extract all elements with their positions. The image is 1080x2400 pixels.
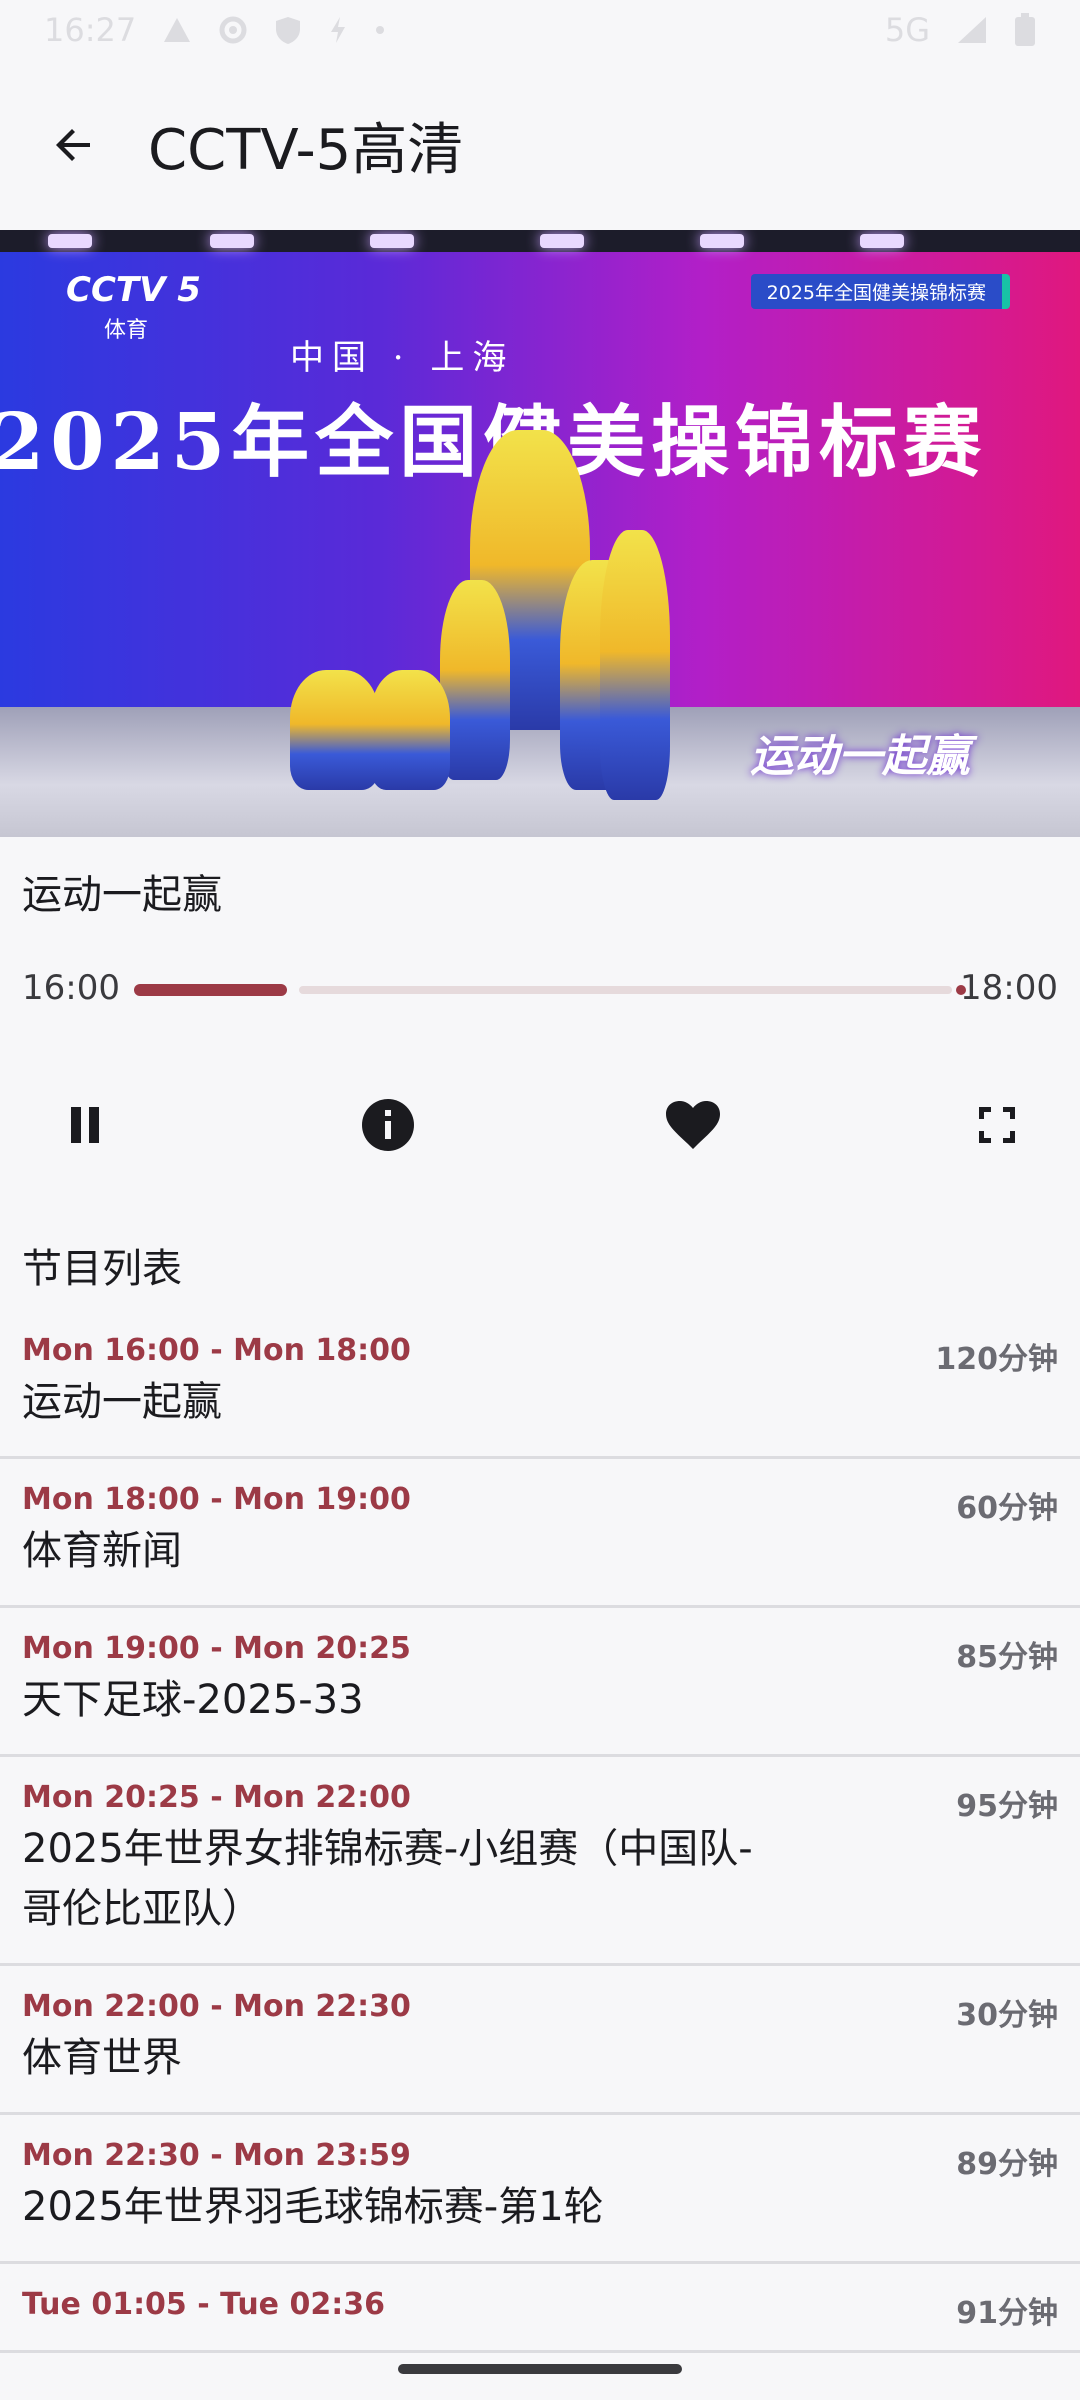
- item-duration: 30分钟: [956, 1998, 1058, 2033]
- battery-icon: [1014, 13, 1036, 47]
- item-time: Mon 16:00 - Mon 18:00: [22, 1333, 411, 1368]
- banner-subtitle: 中国 · 上海: [290, 338, 515, 378]
- pause-button[interactable]: [40, 1080, 130, 1170]
- video-player[interactable]: CCTV 5 体育 2025年全国健美操锦标赛 中国 · 上海 2025年全国健…: [0, 230, 1080, 837]
- stage-light: [540, 234, 584, 248]
- back-button[interactable]: [34, 105, 114, 185]
- info-icon: [362, 1099, 414, 1151]
- item-time: Mon 19:00 - Mon 20:25: [22, 1631, 411, 1666]
- progress-fill: [134, 984, 287, 996]
- schedule-item[interactable]: Mon 22:00 - Mon 22:30 体育世界 30分钟: [0, 1966, 1080, 2115]
- dot-icon: [374, 24, 386, 36]
- item-duration: 120分钟: [935, 1342, 1058, 1377]
- fullscreen-icon: [979, 1107, 1015, 1143]
- stage-light: [210, 234, 254, 248]
- item-duration: 89分钟: [956, 2147, 1058, 2182]
- item-time: Mon 22:30 - Mon 23:59: [22, 2138, 411, 2173]
- status-right: 5G: [885, 11, 1036, 49]
- progress-remaining: [299, 986, 952, 994]
- page-title: CCTV-5高清: [148, 117, 464, 183]
- schedule-title: 节目列表: [22, 1246, 182, 1292]
- item-duration: 85分钟: [956, 1640, 1058, 1675]
- favorite-button[interactable]: [648, 1080, 738, 1170]
- status-bar: 16:27 5G: [0, 0, 1080, 60]
- item-duration: 91分钟: [956, 2296, 1058, 2331]
- dancer: [600, 530, 670, 800]
- fullscreen-button[interactable]: [952, 1080, 1042, 1170]
- shield-icon: [274, 15, 302, 45]
- end-time: 18:00: [960, 968, 1058, 1008]
- flash-icon: [328, 15, 348, 45]
- item-title: 体育新闻: [22, 1528, 182, 1574]
- stage-light: [700, 234, 744, 248]
- arrow-left-icon: [56, 129, 90, 161]
- now-playing-title: 运动一起赢: [22, 872, 222, 918]
- channel-logo-sub: 体育: [104, 318, 149, 343]
- dancer: [290, 670, 380, 790]
- start-time: 16:00: [22, 968, 120, 1008]
- stage-light: [370, 234, 414, 248]
- item-duration: 95分钟: [956, 1789, 1058, 1824]
- schedule-item[interactable]: Mon 20:25 - Mon 22:00 2025年世界女排锦标赛-小组赛（中…: [0, 1757, 1080, 1966]
- settings-icon: [218, 15, 248, 45]
- pause-icon: [71, 1107, 99, 1143]
- slogan-logo: 运动一起赢: [750, 731, 970, 782]
- dancer: [370, 670, 450, 790]
- event-badge: 2025年全国健美操锦标赛: [750, 274, 1010, 309]
- item-title: 2025年世界女排锦标赛-小组赛（中国队-哥伦比亚队）: [22, 1826, 753, 1932]
- item-title: 2025年世界羽毛球锦标赛-第1轮: [22, 2184, 604, 2230]
- app-bar: CCTV-5高清: [0, 60, 1080, 230]
- item-time: Mon 20:25 - Mon 22:00: [22, 1780, 411, 1815]
- schedule-item[interactable]: Mon 19:00 - Mon 20:25 天下足球-2025-33 85分钟: [0, 1608, 1080, 1757]
- signal-icon: [956, 15, 988, 45]
- item-time: Tue 01:05 - Tue 02:36: [22, 2287, 385, 2322]
- dancer: [440, 580, 510, 780]
- item-time: Mon 18:00 - Mon 19:00: [22, 1482, 411, 1517]
- status-time: 16:27: [44, 11, 137, 49]
- info-button[interactable]: [343, 1080, 433, 1170]
- stage-light: [860, 234, 904, 248]
- schedule-list: Mon 16:00 - Mon 18:00 运动一起赢 120分钟 Mon 18…: [0, 1310, 1080, 2353]
- schedule-item[interactable]: Mon 22:30 - Mon 23:59 2025年世界羽毛球锦标赛-第1轮 …: [0, 2115, 1080, 2264]
- schedule-item[interactable]: Mon 18:00 - Mon 19:00 体育新闻 60分钟: [0, 1459, 1080, 1608]
- item-title: 运动一起赢: [22, 1379, 222, 1425]
- progress-row: 16:00 18:00: [22, 962, 1058, 1018]
- progress-bar[interactable]: [134, 984, 966, 996]
- warning-icon: [162, 16, 192, 44]
- home-indicator[interactable]: [398, 2364, 682, 2374]
- item-title: 体育世界: [22, 2035, 182, 2081]
- stage-light: [48, 234, 92, 248]
- item-title: 天下足球-2025-33: [22, 1677, 364, 1723]
- playback-controls: [0, 1080, 1080, 1170]
- schedule-item[interactable]: Mon 16:00 - Mon 18:00 运动一起赢 120分钟: [0, 1310, 1080, 1459]
- channel-logo: CCTV 5: [66, 270, 201, 310]
- item-duration: 60分钟: [956, 1491, 1058, 1526]
- heart-icon: [666, 1101, 720, 1149]
- network-type: 5G: [884, 11, 930, 49]
- schedule-item[interactable]: Tue 01:05 - Tue 02:36 91分钟: [0, 2264, 1080, 2353]
- item-time: Mon 22:00 - Mon 22:30: [22, 1989, 411, 2024]
- status-left: 16:27: [44, 11, 386, 49]
